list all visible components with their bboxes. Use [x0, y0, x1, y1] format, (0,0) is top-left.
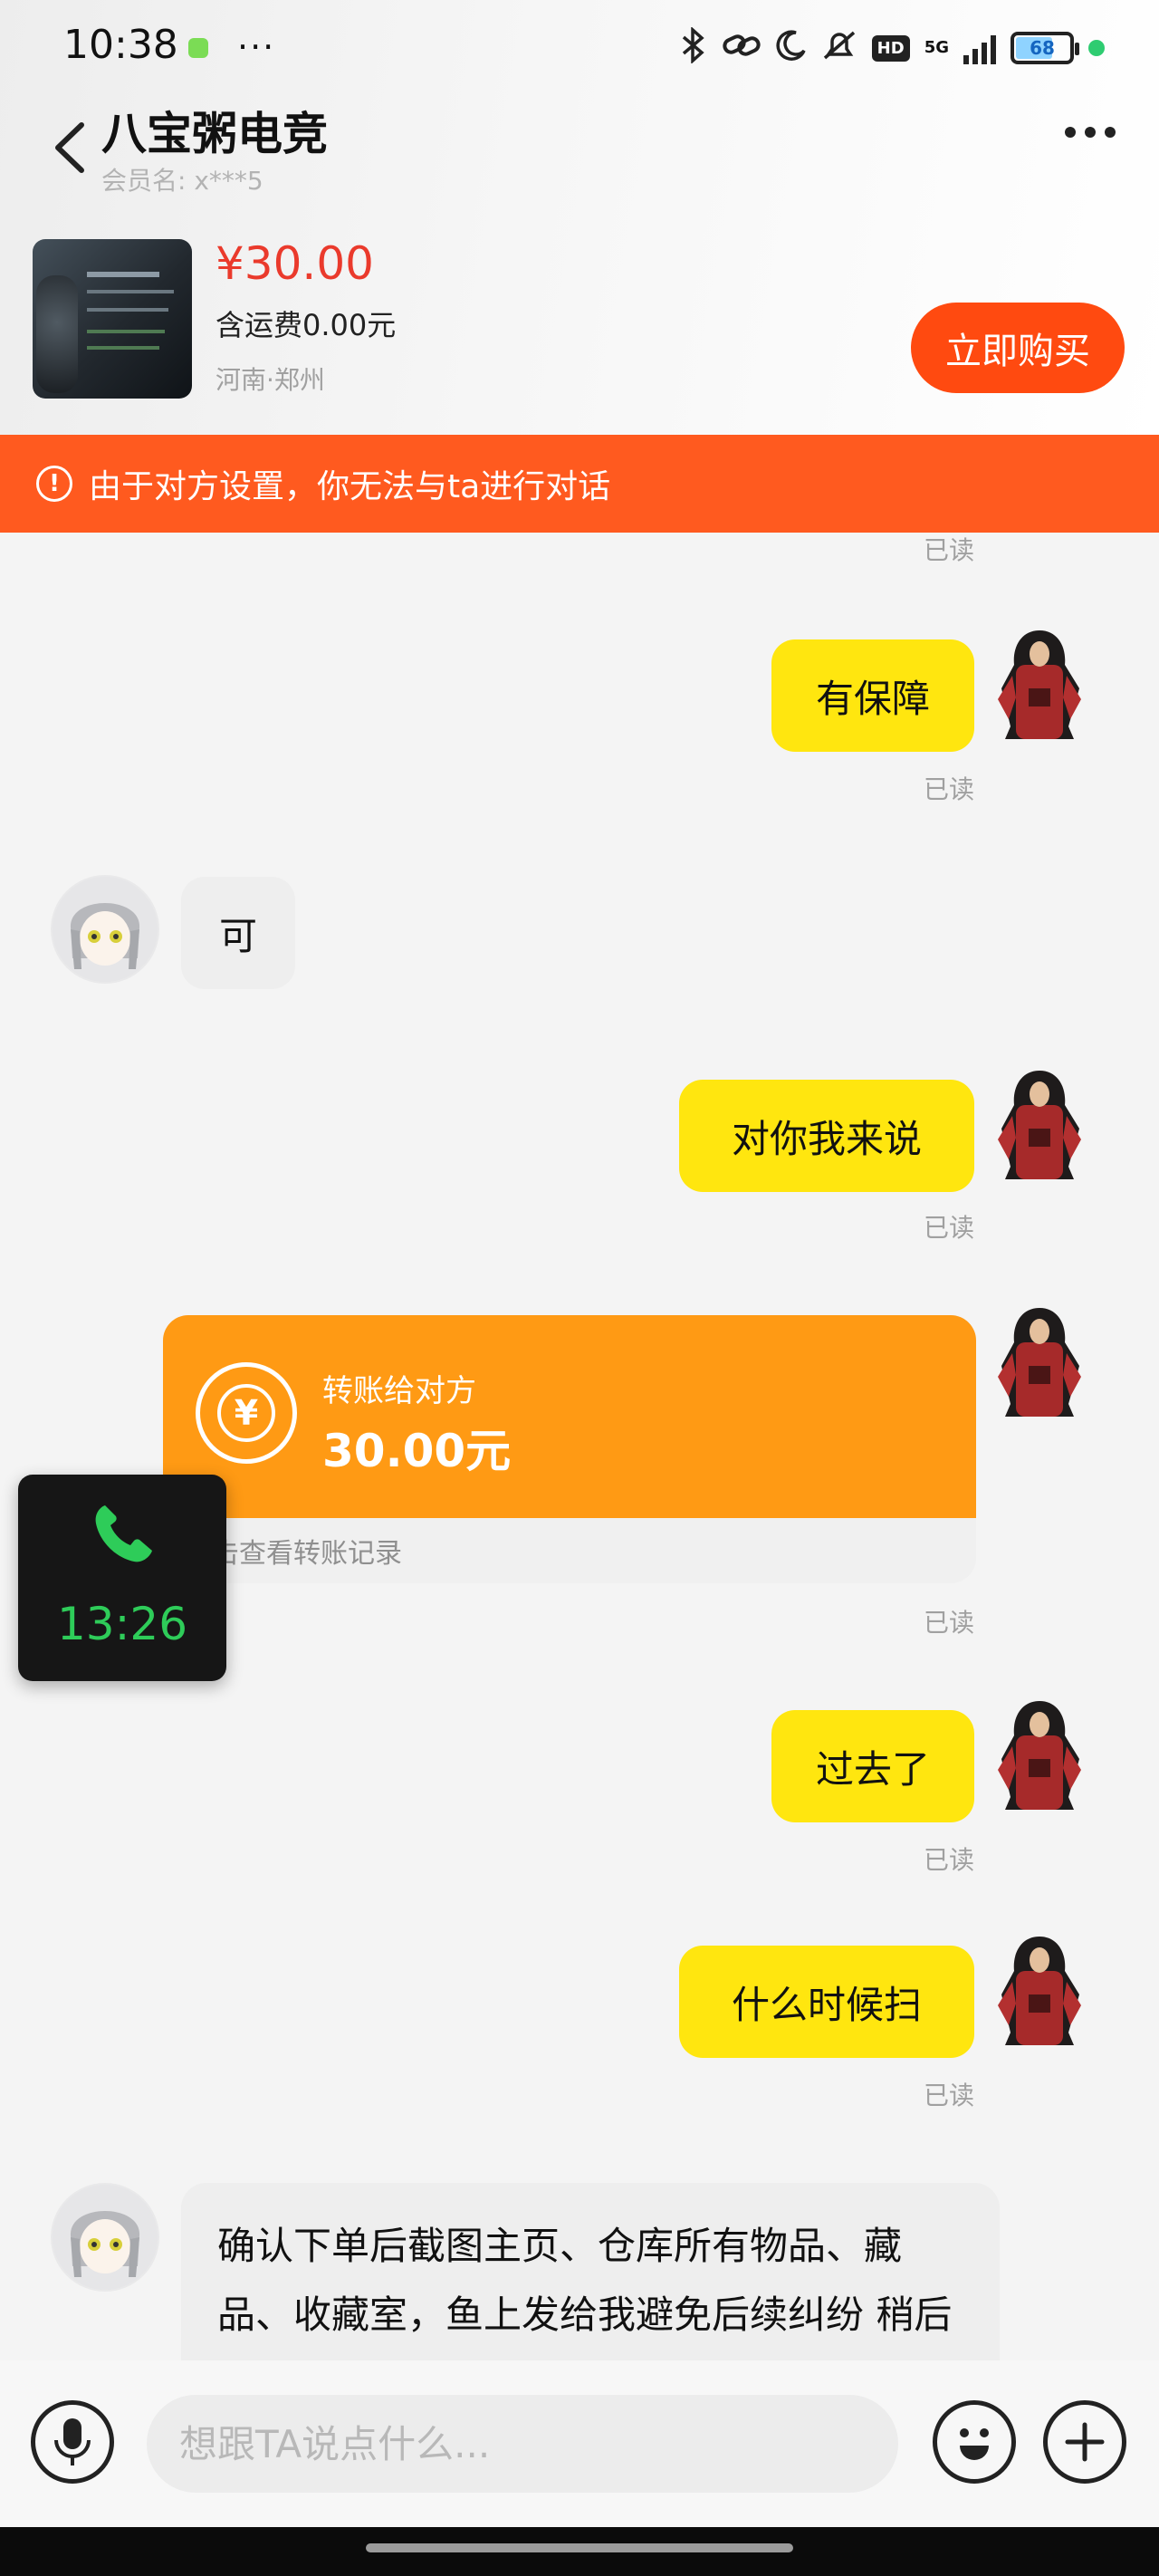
member-name: 会员名: x***5 — [101, 166, 263, 196]
call-duration: 13:26 — [56, 1598, 188, 1650]
chevron-left-icon — [55, 122, 84, 173]
read-receipt: 已读 — [923, 1845, 974, 1875]
my-avatar[interactable] — [985, 625, 1094, 743]
emoji-icon — [960, 2428, 989, 2460]
link-icon — [722, 29, 761, 68]
signal-icon — [963, 32, 996, 64]
bluetooth-icon — [680, 25, 707, 70]
phone-icon — [95, 1505, 152, 1562]
message-bubble-mine[interactable]: 对你我来说 — [679, 1080, 974, 1192]
notification-app-icon — [188, 38, 208, 58]
product-location: 河南·郑州 — [216, 365, 325, 395]
my-avatar[interactable] — [985, 1696, 1094, 1813]
message-bubble-mine[interactable]: 什么时候扫 — [679, 1946, 974, 2058]
read-receipt: 已读 — [923, 774, 974, 804]
product-price: ¥30.00 — [216, 237, 374, 290]
transfer-card-body: ¥ 转账给对方 30.00元 — [163, 1315, 976, 1518]
more-options-button[interactable] — [1065, 127, 1116, 138]
my-avatar[interactable] — [985, 1302, 1094, 1420]
call-float-window[interactable]: 13:26 — [18, 1475, 226, 1681]
restriction-banner: ! 由于对方设置，你无法与ta进行对话 — [0, 435, 1159, 533]
plus-icon — [1065, 2422, 1105, 2462]
read-receipt: 已读 — [923, 535, 974, 565]
their-avatar[interactable] — [51, 875, 159, 984]
my-avatar[interactable] — [985, 1065, 1094, 1183]
message-bubble-mine[interactable]: 过去了 — [771, 1710, 974, 1822]
status-icons: HD 5G 68 — [680, 25, 1105, 71]
hd-icon: HD — [871, 34, 910, 62]
read-receipt: 已读 — [923, 1608, 974, 1638]
status-bar: 10:38 ··· HD 5G 68 — [0, 0, 1159, 100]
read-receipt: 已读 — [923, 2081, 974, 2110]
more-actions-button[interactable] — [1043, 2400, 1126, 2484]
microphone-icon — [54, 2418, 91, 2465]
message-input[interactable] — [147, 2395, 898, 2493]
moon-icon — [776, 29, 807, 68]
transfer-label: 转账给对方 — [322, 1373, 476, 1409]
transfer-icon: ¥ — [196, 1362, 297, 1464]
system-nav-bar — [0, 2527, 1159, 2576]
status-more-icon: ··· — [237, 27, 276, 67]
network-label: 5G — [924, 38, 949, 57]
shipping-fee: 含运费0.00元 — [216, 308, 397, 342]
product-thumbnail[interactable] — [33, 239, 192, 399]
active-dot-icon — [1088, 40, 1105, 56]
my-avatar[interactable] — [985, 1931, 1094, 2049]
back-button[interactable] — [47, 116, 92, 179]
restriction-text: 由于对方设置，你无法与ta进行对话 — [89, 468, 611, 505]
message-input-bar — [0, 2360, 1159, 2527]
read-receipt: 已读 — [923, 1213, 974, 1243]
status-time: 10:38 — [63, 22, 178, 68]
transfer-card[interactable]: ¥ 转账给对方 30.00元 点击查看转账记录 — [163, 1315, 976, 1583]
message-bubble-theirs[interactable]: 可 — [181, 877, 295, 989]
buy-now-button[interactable]: 立即购买 — [911, 303, 1125, 393]
seller-name[interactable]: 八宝粥电竞 — [101, 98, 328, 163]
emoji-button[interactable] — [933, 2400, 1016, 2484]
battery-level: 68 — [1030, 37, 1055, 59]
their-avatar[interactable] — [51, 2183, 159, 2292]
battery-icon: 68 — [1011, 32, 1079, 64]
warning-icon: ! — [36, 466, 72, 502]
mute-icon — [821, 27, 857, 70]
voice-button[interactable] — [31, 2400, 114, 2484]
transfer-amount: 30.00元 — [322, 1425, 512, 1477]
message-bubble-mine[interactable]: 有保障 — [771, 639, 974, 752]
5g-icon: 5G — [924, 40, 949, 56]
home-indicator[interactable] — [366, 2543, 793, 2552]
top-area: 10:38 ··· HD 5G 68 八宝粥电竞 会员名: x***5 ¥30.… — [0, 0, 1159, 435]
